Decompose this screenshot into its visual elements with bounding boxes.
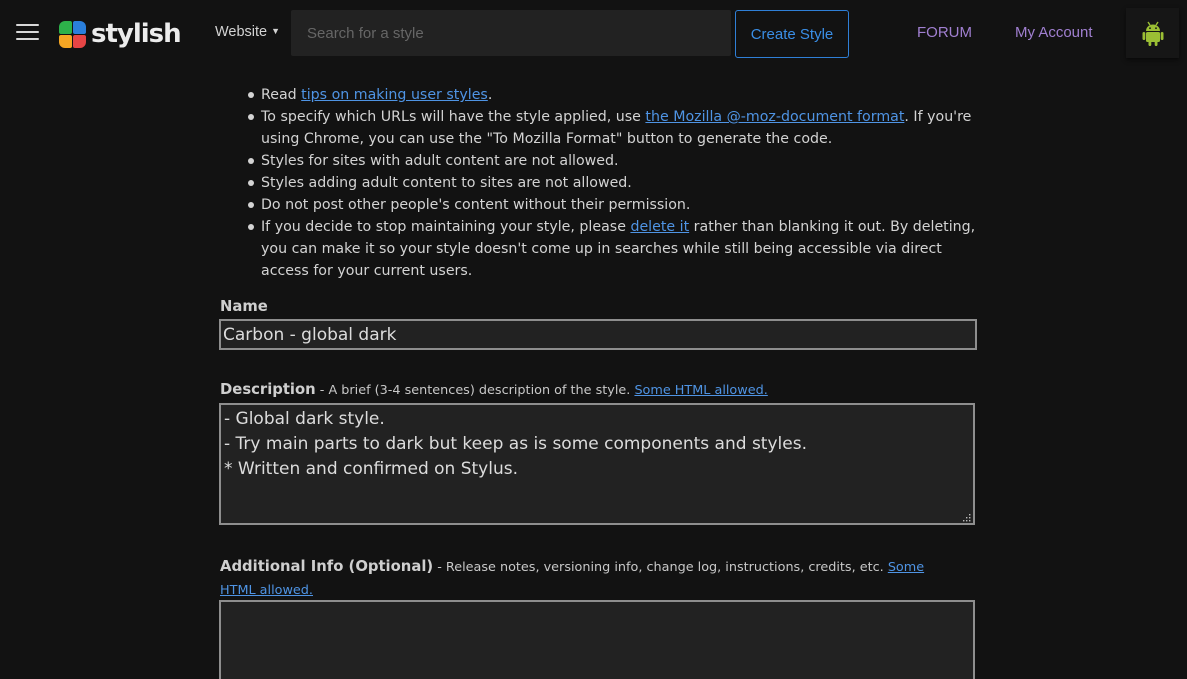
description-hint: - A brief (3-4 sentences) description of… bbox=[315, 383, 635, 398]
additional-info-label: Additional Info (Optional) bbox=[220, 558, 434, 575]
android-app-button[interactable] bbox=[1126, 8, 1179, 58]
name-input[interactable] bbox=[219, 319, 977, 350]
guideline-link[interactable]: tips on making user styles bbox=[301, 87, 488, 103]
create-style-button[interactable]: Create Style bbox=[735, 10, 849, 58]
logo-text: stylish bbox=[91, 19, 182, 49]
stylish-logo-icon bbox=[59, 20, 86, 48]
stylish-logo[interactable]: stylish bbox=[59, 19, 182, 49]
guideline-text: . bbox=[487, 87, 493, 103]
guideline-text: Styles adding adult content to sites are… bbox=[261, 175, 632, 191]
guideline-item: Styles for sites with adult content are … bbox=[244, 150, 984, 172]
caret-down-icon: ▼ bbox=[271, 26, 281, 36]
additional-info-textarea[interactable] bbox=[219, 600, 975, 679]
forum-link[interactable]: FORUM bbox=[917, 24, 972, 41]
guideline-item: Read tips on making user styles. bbox=[244, 84, 984, 106]
my-account-link[interactable]: My Account bbox=[1015, 24, 1093, 41]
guideline-text: Do not post other people's content witho… bbox=[261, 197, 691, 213]
description-label-row: Description - A brief (3-4 sentences) de… bbox=[220, 381, 768, 398]
menu-icon[interactable] bbox=[16, 24, 39, 42]
guideline-item: Styles adding adult content to sites are… bbox=[244, 172, 984, 194]
top-navbar: stylish Website▼ Create Style FORUM My A… bbox=[0, 0, 1187, 67]
guideline-link[interactable]: delete it bbox=[630, 219, 689, 235]
additional-info-label-row: Additional Info (Optional) - Release not… bbox=[220, 556, 960, 602]
guideline-item: Do not post other people's content witho… bbox=[244, 194, 984, 216]
guideline-link[interactable]: the Mozilla @-moz-document format bbox=[645, 109, 904, 125]
guideline-item: To specify which URLs will have the styl… bbox=[244, 106, 984, 150]
search-input[interactable] bbox=[291, 10, 731, 56]
guideline-text: To specify which URLs will have the styl… bbox=[261, 109, 646, 125]
guideline-item: If you decide to stop maintaining your s… bbox=[244, 216, 984, 282]
description-label: Description bbox=[220, 381, 316, 398]
android-icon bbox=[1142, 21, 1163, 46]
site-type-dropdown[interactable]: Website ▼ bbox=[215, 24, 280, 40]
site-type-label: Website bbox=[215, 24, 268, 40]
description-textarea[interactable]: - Global dark style. - Try main parts to… bbox=[219, 403, 975, 525]
description-html-link[interactable]: Some HTML allowed. bbox=[634, 383, 767, 398]
name-label: Name bbox=[220, 298, 268, 315]
guideline-text: If you decide to stop maintaining your s… bbox=[261, 219, 631, 235]
resize-grip-icon[interactable] bbox=[962, 513, 971, 522]
additional-info-hint: - Release notes, versioning info, change… bbox=[433, 560, 888, 575]
guideline-text: Styles for sites with adult content are … bbox=[261, 153, 619, 169]
guideline-text: Read bbox=[261, 87, 302, 103]
style-guidelines-list: Read tips on making user styles. To speci… bbox=[244, 84, 984, 282]
